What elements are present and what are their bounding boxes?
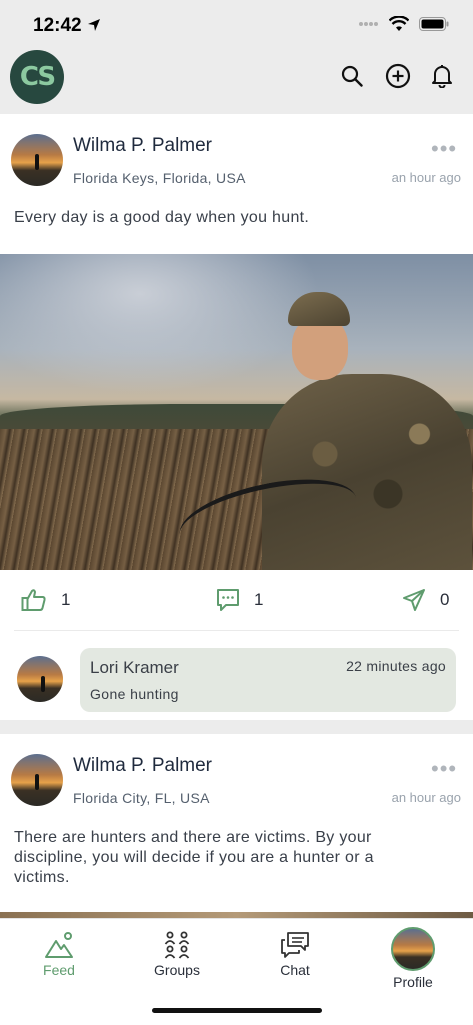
comment-bubble[interactable]: Lori Kramer 22 minutes ago Gone hunting: [80, 648, 456, 712]
battery-icon: [419, 17, 449, 31]
mountain-icon: [45, 932, 73, 958]
divider: [14, 630, 459, 631]
comment-icon: [217, 589, 239, 611]
post-image[interactable]: [0, 254, 473, 570]
author-name[interactable]: Wilma P. Palmer: [73, 135, 212, 157]
more-options-icon[interactable]: •••: [431, 136, 457, 162]
tab-label: Chat: [280, 962, 310, 978]
app-header: CS: [0, 50, 473, 114]
send-icon: [403, 589, 425, 611]
tab-label: Profile: [393, 974, 433, 990]
notifications-button[interactable]: [428, 62, 456, 90]
comment-time: 22 minutes ago: [346, 658, 446, 674]
author-avatar[interactable]: [11, 134, 63, 186]
post-location: Florida Keys, Florida, USA: [73, 170, 246, 186]
post-time: an hour ago: [391, 170, 461, 185]
bell-icon: [432, 65, 452, 88]
plus-circle-icon: [385, 63, 411, 89]
post-location: Florida City, FL, USA: [73, 790, 210, 806]
post-text: Every day is a good day when you hunt.: [14, 209, 310, 226]
comment-button[interactable]: 1: [216, 588, 263, 612]
tab-chat[interactable]: Chat: [236, 931, 354, 978]
commenter-avatar[interactable]: [17, 656, 63, 702]
home-indicator: [152, 1008, 322, 1013]
like-count: 1: [61, 590, 71, 609]
status-bar: 12:42: [0, 0, 473, 50]
status-time: 12:42: [33, 15, 101, 37]
app-logo[interactable]: CS: [10, 50, 64, 104]
comment: Lori Kramer 22 minutes ago Gone hunting: [0, 644, 473, 714]
tab-label: Groups: [154, 962, 200, 978]
groups-icon: [164, 931, 190, 959]
like-button[interactable]: 1: [21, 588, 70, 612]
commenter-name[interactable]: Lori Kramer: [90, 658, 179, 678]
comment-text: Gone hunting: [90, 686, 179, 702]
location-arrow-icon: [87, 19, 100, 31]
post-text: There are hunters and there are victims.…: [14, 829, 374, 886]
create-post-button[interactable]: [384, 62, 412, 90]
chat-icon: [281, 932, 309, 958]
signal-icon: [359, 22, 378, 26]
tab-label: Feed: [43, 962, 75, 978]
author-avatar[interactable]: [11, 754, 63, 806]
search-button[interactable]: [338, 62, 366, 90]
tab-feed[interactable]: Feed: [0, 931, 118, 978]
thumbs-up-icon: [21, 589, 46, 611]
share-button[interactable]: 0: [402, 588, 449, 612]
author-name[interactable]: Wilma P. Palmer: [73, 755, 212, 777]
share-count: 0: [440, 590, 450, 609]
comment-count: 1: [254, 590, 264, 609]
feed-post: Wilma P. Palmer Florida Keys, Florida, U…: [0, 114, 473, 720]
post-time: an hour ago: [391, 790, 461, 805]
tab-profile[interactable]: Profile: [354, 927, 472, 990]
wifi-icon: [389, 16, 409, 31]
tab-groups[interactable]: Groups: [118, 931, 236, 978]
post-actions: 1 1 0: [0, 570, 473, 630]
feed-post: Wilma P. Palmer Florida City, FL, USA ••…: [0, 734, 473, 918]
profile-avatar: [391, 927, 435, 971]
more-options-icon[interactable]: •••: [431, 756, 457, 782]
search-icon: [341, 65, 363, 87]
